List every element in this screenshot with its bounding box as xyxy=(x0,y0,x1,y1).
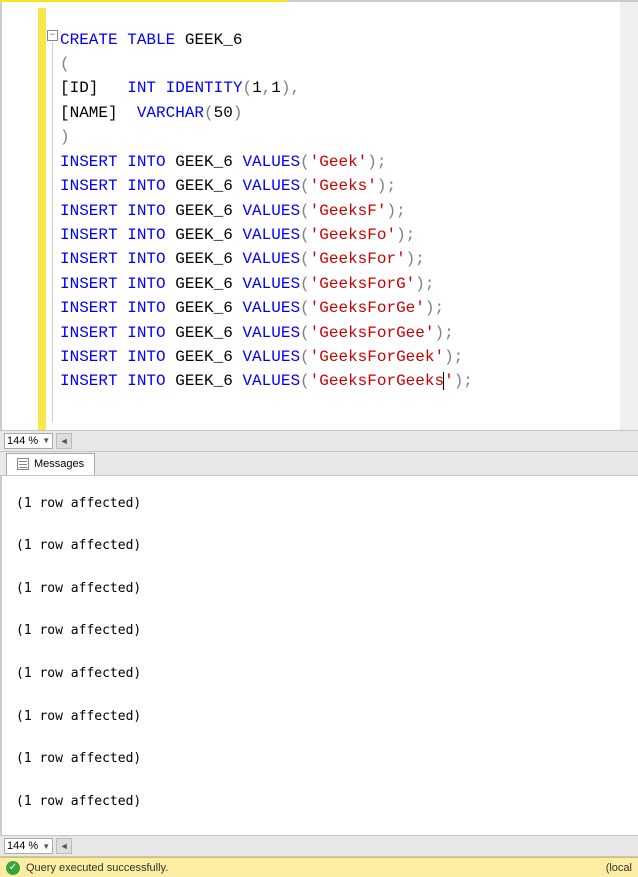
code-line: INSERT INTO GEEK_6 VALUES('GeeksFo'); xyxy=(60,223,618,247)
editor-zoom-bar: 144 % ▼ ◄ xyxy=(0,430,638,452)
chevron-down-icon: ▼ xyxy=(42,842,50,851)
fold-toggle-icon[interactable]: − xyxy=(47,30,58,41)
code-line: INSERT INTO GEEK_6 VALUES('Geeks'); xyxy=(60,174,618,198)
results-tabs-row: Messages xyxy=(0,452,638,476)
code-line: INSERT INTO GEEK_6 VALUES('GeeksForGe'); xyxy=(60,296,618,320)
code-line: INSERT INTO GEEK_6 VALUES('Geek'); xyxy=(60,150,618,174)
code-line: INSERT INTO GEEK_6 VALUES('GeeksF'); xyxy=(60,199,618,223)
scroll-left-button[interactable]: ◄ xyxy=(56,433,72,449)
chevron-down-icon: ▼ xyxy=(42,436,50,445)
message-line: (1 row affected) xyxy=(16,538,624,554)
code-line: INSERT INTO GEEK_6 VALUES('GeeksFor'); xyxy=(60,247,618,271)
message-line: (1 row affected) xyxy=(16,496,624,512)
code-line: INSERT INTO GEEK_6 VALUES('GeeksForGee')… xyxy=(60,321,618,345)
message-line: (1 row affected) xyxy=(16,709,624,725)
zoom-dropdown-messages[interactable]: 144 % ▼ xyxy=(4,838,53,854)
check-icon: ✓ xyxy=(6,861,20,875)
vertical-scrollbar[interactable] xyxy=(620,2,638,430)
message-line: (1 row affected) xyxy=(16,666,624,682)
message-line: (1 row affected) xyxy=(16,623,624,639)
messages-output-pane[interactable]: (1 row affected) (1 row affected) (1 row a… xyxy=(0,476,638,835)
code-line: CREATE TABLE GEEK_6 xyxy=(60,28,618,52)
zoom-value: 144 % xyxy=(7,435,38,447)
status-bar: ✓ Query executed successfully. (local xyxy=(0,857,638,877)
messages-icon xyxy=(17,458,29,470)
zoom-dropdown[interactable]: 144 % ▼ xyxy=(4,433,53,449)
scroll-left-button-messages[interactable]: ◄ xyxy=(56,838,72,854)
code-line: [NAME] VARCHAR(50) xyxy=(60,101,618,125)
status-server: (local xyxy=(606,862,632,874)
code-line: ( xyxy=(60,52,618,76)
code-text-area[interactable]: CREATE TABLE GEEK_6([ID] INT IDENTITY(1,… xyxy=(60,28,618,394)
status-text: Query executed successfully. xyxy=(26,862,168,874)
change-indicator-bar xyxy=(38,8,46,430)
message-line: (1 row affected) xyxy=(16,751,624,767)
code-line: [ID] INT IDENTITY(1,1), xyxy=(60,76,618,100)
sql-editor-pane[interactable]: − CREATE TABLE GEEK_6([ID] INT IDENTITY(… xyxy=(0,2,638,430)
code-line: INSERT INTO GEEK_6 VALUES('GeeksForGeeks… xyxy=(60,369,618,393)
line-gutter xyxy=(2,2,38,430)
messages-zoom-bar: 144 % ▼ ◄ xyxy=(0,835,638,857)
tab-messages-label: Messages xyxy=(34,458,84,470)
message-line: (1 row affected) xyxy=(16,581,624,597)
zoom-value-messages: 144 % xyxy=(7,840,38,852)
tab-messages[interactable]: Messages xyxy=(6,453,95,475)
code-line: ) xyxy=(60,125,618,149)
fold-guide-line xyxy=(52,42,53,422)
message-line: (1 row affected) xyxy=(16,794,624,810)
code-line: INSERT INTO GEEK_6 VALUES('GeeksForGeek'… xyxy=(60,345,618,369)
code-line: INSERT INTO GEEK_6 VALUES('GeeksForG'); xyxy=(60,272,618,296)
